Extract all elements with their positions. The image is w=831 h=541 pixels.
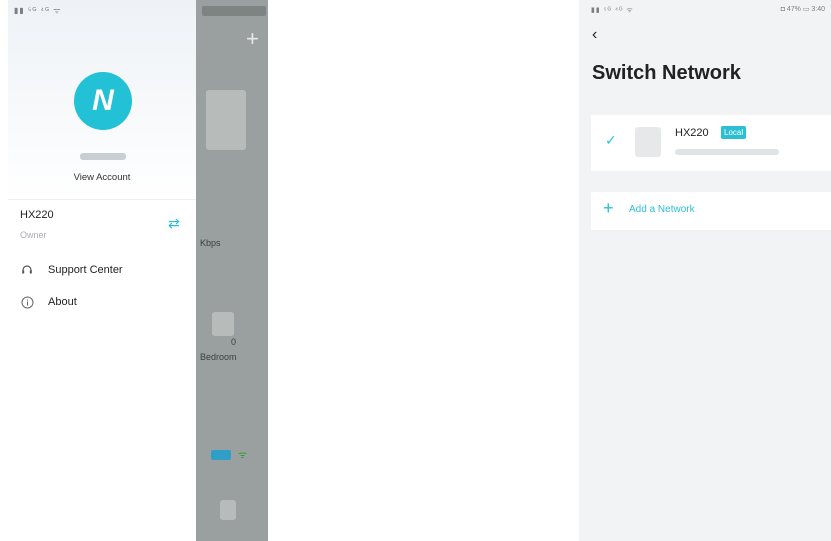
local-badge: Local bbox=[721, 126, 747, 139]
network-detail-redacted bbox=[675, 149, 779, 155]
network-name: HX220 bbox=[675, 127, 709, 139]
network-name: HX220 bbox=[20, 209, 54, 221]
add-network-button[interactable]: + Add a Network bbox=[591, 192, 831, 230]
headset-icon bbox=[20, 263, 34, 277]
bg-speed-unit: Kbps bbox=[200, 238, 221, 248]
right-phone-screen: ▮▮ ⁵ᴳ ⁴ᴳ ᯤ ◘ 47% ▭ 3:40 ‹ Switch Network… bbox=[579, 0, 831, 541]
plus-icon: + bbox=[603, 198, 614, 218]
navigation-drawer: ▮▮ ⁵ᴳ ⁴ᴳ ᯤ N View Account HX220 Owner ⇄ … bbox=[8, 0, 196, 541]
background-badge bbox=[211, 450, 231, 460]
back-chevron-icon[interactable]: ‹ bbox=[592, 27, 597, 43]
status-bar-left: ▮▮ ⁵ᴳ ⁴ᴳ ᯤ bbox=[14, 6, 62, 15]
add-network-label: Add a Network bbox=[629, 204, 695, 215]
status-bar-right: ◘ 47% ▭ 3:40 bbox=[780, 6, 825, 13]
menu-item-about[interactable]: About bbox=[20, 292, 77, 312]
page-title: Switch Network bbox=[592, 62, 741, 84]
left-phone-screen: + Kbps 0 Bedroom ᯤ ▮▮ ⁵ᴳ ⁴ᴳ ᯤ N View Acc… bbox=[8, 0, 268, 541]
menu-item-label: Support Center bbox=[48, 264, 123, 276]
brand-logo-icon: N bbox=[92, 84, 114, 117]
status-bar-right bbox=[202, 6, 266, 16]
background-device-image bbox=[220, 500, 236, 520]
router-device-icon bbox=[635, 127, 661, 157]
background-card bbox=[206, 90, 246, 150]
info-icon bbox=[20, 295, 34, 309]
network-role: Owner bbox=[20, 230, 47, 240]
account-name-redacted bbox=[80, 153, 126, 160]
bg-room-label: Bedroom bbox=[200, 352, 237, 362]
check-icon: ✓ bbox=[605, 132, 617, 148]
divider bbox=[8, 199, 196, 200]
switch-network-icon[interactable]: ⇄ bbox=[168, 215, 180, 232]
bg-zero-count: 0 bbox=[231, 337, 237, 347]
background-device-image bbox=[212, 312, 234, 336]
menu-item-support-center[interactable]: Support Center bbox=[20, 260, 123, 280]
add-device-icon[interactable]: + bbox=[246, 28, 259, 50]
network-list-item[interactable]: ✓ HX220 Local bbox=[591, 115, 831, 171]
view-account-link[interactable]: View Account bbox=[8, 172, 196, 183]
menu-item-label: About bbox=[48, 296, 77, 308]
status-bar-left: ▮▮ ⁵ᴳ ⁴ᴳ ᯤ bbox=[591, 7, 634, 14]
account-avatar[interactable]: N bbox=[74, 72, 132, 130]
wifi-icon: ᯤ bbox=[238, 450, 248, 461]
